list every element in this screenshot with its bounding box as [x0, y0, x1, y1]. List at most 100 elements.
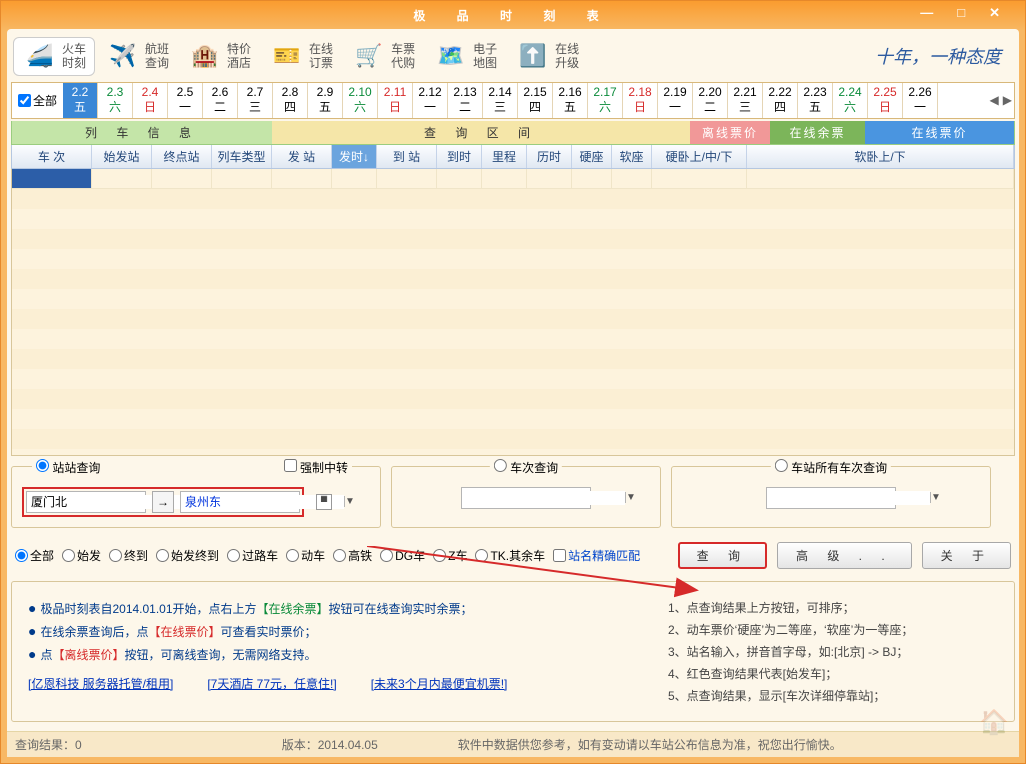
chevron-down-icon[interactable]: ▼: [625, 492, 636, 503]
tip-2: 2、动车票价‘硬座’为二等座，‘软座’为一等座；: [668, 621, 998, 638]
toolbar-hotel[interactable]: 🏨特价 酒店: [179, 38, 259, 75]
date-cell[interactable]: 2.3六: [98, 83, 133, 118]
col-distance[interactable]: 里程: [482, 145, 527, 168]
toolbar-map[interactable]: 🗺️电子 地图: [425, 38, 505, 75]
swap-stations-button[interactable]: →: [152, 491, 174, 513]
status-result: 查询结果：0: [15, 736, 82, 753]
from-station-combo[interactable]: ▼: [26, 491, 146, 513]
col-hard-seat[interactable]: 硬座: [572, 145, 612, 168]
toolbar-upgrade[interactable]: ⬆️在线 升级: [507, 38, 587, 75]
filter-z[interactable]: Z车: [433, 547, 467, 564]
link-hotel[interactable]: [7天酒店 77元，任意住!]: [207, 675, 336, 692]
date-cell[interactable]: 2.14三: [483, 83, 518, 118]
station-all-combo[interactable]: ▼: [766, 487, 896, 509]
date-cell[interactable]: 2.15四: [518, 83, 553, 118]
col-end-station[interactable]: 终点站: [152, 145, 212, 168]
train-no-input[interactable]: [462, 491, 625, 505]
col-soft-seat[interactable]: 软座: [612, 145, 652, 168]
col-arrive-station[interactable]: 到 站: [377, 145, 437, 168]
date-cell[interactable]: 2.19一: [658, 83, 693, 118]
filter-dg[interactable]: DG车: [380, 547, 425, 564]
date-cell[interactable]: 2.25日: [868, 83, 903, 118]
link-flight[interactable]: [未来3个月内最便宜机票!]: [371, 675, 508, 692]
link-server[interactable]: [亿恩科技 服务器托管/租用]: [28, 675, 173, 692]
date-scroll-left[interactable]: ◀: [988, 93, 1001, 107]
train-no-combo[interactable]: ▼: [461, 487, 591, 509]
ticket-icon: 🎫: [269, 42, 305, 70]
date-cell[interactable]: 2.17六: [588, 83, 623, 118]
filter-all[interactable]: 全部: [15, 547, 54, 564]
section-online-remain[interactable]: 在线余票: [770, 121, 865, 144]
col-hard-sleeper[interactable]: 硬卧上/中/下: [652, 145, 747, 168]
section-offline-price[interactable]: 离线票价: [690, 121, 770, 144]
table-row[interactable]: [12, 169, 1014, 189]
station-query-radio[interactable]: 站站查询: [36, 459, 100, 476]
date-cell[interactable]: 2.13二: [448, 83, 483, 118]
col-depart-time[interactable]: 发时↓: [332, 145, 377, 168]
col-start-station[interactable]: 始发站: [92, 145, 152, 168]
filter-gao[interactable]: 高铁: [333, 547, 372, 564]
filter-startend[interactable]: 始发终到: [156, 547, 219, 564]
date-cell[interactable]: 2.23五: [798, 83, 833, 118]
date-cell[interactable]: 2.11日: [378, 83, 413, 118]
col-train-type[interactable]: 列车类型: [212, 145, 272, 168]
info-line-1: ●极品时刻表自2014.01.01开始，点右上方【在线余票】按钮可在线查询实时余…: [28, 600, 628, 617]
col-depart-station[interactable]: 发 站: [272, 145, 332, 168]
toolbar-proxy[interactable]: 🛒车票 代购: [343, 38, 423, 75]
chevron-down-icon[interactable]: ▼: [344, 496, 355, 507]
advanced-button[interactable]: 高 级 . .: [777, 542, 912, 569]
maximize-icon[interactable]: □: [954, 5, 982, 21]
col-duration[interactable]: 历时: [527, 145, 572, 168]
section-online-price[interactable]: 在线票价: [865, 121, 1014, 144]
col-arrive-time[interactable]: 到时: [437, 145, 482, 168]
chevron-down-icon[interactable]: ▼: [930, 492, 941, 503]
date-cell[interactable]: 2.9五: [308, 83, 343, 118]
date-cell[interactable]: 2.10六: [343, 83, 378, 118]
toolbar-flight[interactable]: ✈️航班 查询: [97, 38, 177, 75]
date-cell[interactable]: 2.4日: [133, 83, 168, 118]
filter-tk[interactable]: TK.其余车: [475, 547, 545, 564]
train-no-query-radio[interactable]: 车次查询: [494, 459, 558, 476]
close-icon[interactable]: ✕: [986, 5, 1017, 21]
date-cell[interactable]: 2.6二: [203, 83, 238, 118]
window-title: 极 品 时 刻 表: [413, 7, 612, 24]
date-cell[interactable]: 2.26一: [903, 83, 938, 118]
date-bar: 全部 2.2五2.3六2.4日2.5一2.6二2.7三2.8四2.9五2.10六…: [11, 82, 1015, 119]
result-grid[interactable]: [11, 169, 1015, 456]
train-icon: 🚄: [22, 42, 58, 70]
minimize-icon[interactable]: —: [917, 5, 950, 21]
filter-pass[interactable]: 过路车: [227, 547, 278, 564]
date-cell[interactable]: 2.5一: [168, 83, 203, 118]
toolbar-book[interactable]: 🎫在线 订票: [261, 38, 341, 75]
station-all-query-radio[interactable]: 车站所有车次查询: [775, 459, 887, 476]
filter-end[interactable]: 终到: [109, 547, 148, 564]
station-all-input[interactable]: [767, 491, 930, 505]
to-station-combo[interactable]: ▼: [180, 491, 300, 513]
info-line-2: ●在线余票查询后，点【在线票价】可查看实时票价；: [28, 623, 628, 640]
date-cell[interactable]: 2.16五: [553, 83, 588, 118]
filter-dong[interactable]: 动车: [286, 547, 325, 564]
date-cell[interactable]: 2.20二: [693, 83, 728, 118]
calendar-icon[interactable]: ▦: [316, 494, 332, 510]
status-bar: 查询结果：0 版本：2014.04.05 软件中数据供您参考，如有变动请以车站公…: [7, 731, 1019, 757]
date-cell[interactable]: 2.24六: [833, 83, 868, 118]
info-box: ●极品时刻表自2014.01.01开始，点右上方【在线余票】按钮可在线查询实时余…: [11, 581, 1015, 722]
section-train-info: 列 车 信 息: [12, 121, 272, 144]
date-scroll-right[interactable]: ▶: [1001, 93, 1014, 107]
force-transfer-checkbox[interactable]: 强制中转: [284, 459, 348, 476]
date-cell[interactable]: 2.21三: [728, 83, 763, 118]
filter-start[interactable]: 始发: [62, 547, 101, 564]
exact-match-checkbox[interactable]: 站名精确匹配: [553, 547, 640, 564]
date-cell[interactable]: 2.22四: [763, 83, 798, 118]
date-cell[interactable]: 2.12一: [413, 83, 448, 118]
col-soft-sleeper[interactable]: 软卧上/下: [747, 145, 1014, 168]
query-button[interactable]: 查 询: [678, 542, 767, 569]
date-cell[interactable]: 2.7三: [238, 83, 273, 118]
all-dates-checkbox[interactable]: 全部: [12, 92, 63, 109]
date-cell[interactable]: 2.2五: [63, 83, 98, 118]
date-cell[interactable]: 2.18日: [623, 83, 658, 118]
toolbar-train[interactable]: 🚄火车 时刻: [13, 37, 95, 76]
date-cell[interactable]: 2.8四: [273, 83, 308, 118]
col-train-no[interactable]: 车 次: [12, 145, 92, 168]
about-button[interactable]: 关 于: [922, 542, 1011, 569]
